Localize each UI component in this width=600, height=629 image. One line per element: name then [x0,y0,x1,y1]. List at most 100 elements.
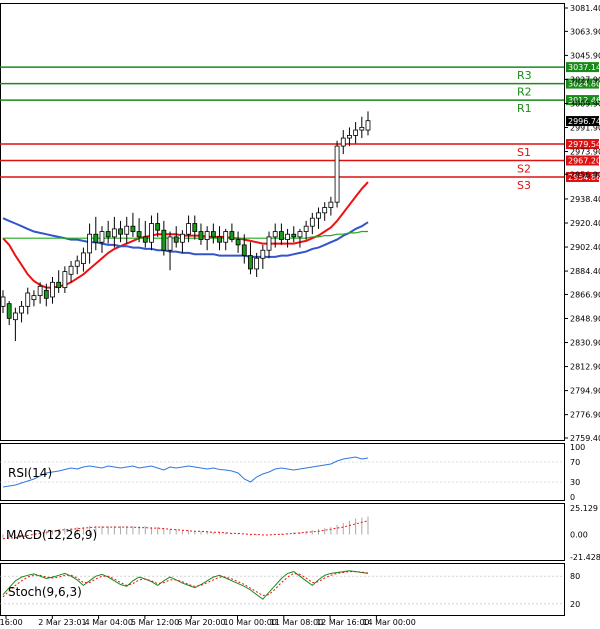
rsi-tick-label: 30 [570,478,580,487]
candle-body [142,236,148,243]
candle-body [260,249,266,259]
candle-body [340,137,346,147]
price-tick-label: 2830.90 [570,339,600,348]
candle-body [149,223,154,243]
candle-body [217,236,222,243]
candle-body [353,129,359,136]
price-tick-label: 2920.40 [570,219,600,228]
rsi-panel [0,443,565,501]
price-tick-label: 2938.40 [570,195,600,204]
level-name-s2: S2 [517,163,531,176]
candle-body [316,212,321,219]
candle-body [155,223,161,231]
candle-body [328,201,334,208]
time-tick-label: 5 Mar 12:00 [131,618,179,627]
chart: R33037.14R23024.80R13012.46S12979.54S229… [0,3,600,627]
candle-body [229,231,235,240]
candle-body [167,236,173,251]
candle-body [87,233,93,254]
time-tick-label: 6 Mar 20:00 [177,618,225,627]
stoch-tick-label: 20 [570,600,580,609]
candle-body [12,312,18,321]
level-name-s1: S1 [517,146,531,159]
candle-body [56,281,62,289]
candle-body [303,225,309,232]
level-name-r2: R2 [517,86,532,99]
candle-body [124,225,130,235]
candle-body [266,236,272,251]
time-tick-label: 14 Mar 00:00 [362,618,415,627]
candle-body [136,231,142,238]
candle-body [347,134,352,139]
candle-body [68,265,74,275]
candle-body [81,252,86,264]
candle-body [278,231,284,240]
candle-body [6,303,12,319]
candle-body [309,217,315,227]
candle-body [25,292,31,307]
price-tick-label: 3063.90 [570,27,600,36]
price-tick-label: 3045.90 [570,51,600,60]
level-name-r3: R3 [517,69,532,82]
price-tick-label: 2848.90 [570,314,600,323]
price-tick-label: 3027.90 [570,75,600,84]
candle-body [334,145,340,203]
price-tick-label: 2991.90 [570,124,600,133]
candle-body [365,120,371,131]
candle-body [272,231,278,238]
candle-body [111,228,117,238]
level-price-label: 2967.20 [568,157,600,166]
price-tick-label: 2866.90 [570,290,600,299]
time-tick-label: b 16:00 [0,618,23,627]
candle-body [50,281,55,298]
candle-body [62,271,68,289]
candle-body [180,233,185,243]
price-tick-label: 2902.40 [570,243,600,252]
candle-body [241,244,247,256]
price-tick-label: 2794.90 [570,387,600,396]
macd-tick-label: 0.00 [570,530,588,539]
candle-body [19,305,24,314]
level-price-label: 3037.14 [568,63,600,72]
rsi-tick-label: 70 [570,458,580,467]
candle-body [93,233,99,243]
rsi-tick-label: 0 [570,493,575,502]
macd-tick-label: 25.129 [570,504,598,513]
candle-body [285,233,290,240]
candle-body [359,126,365,131]
candle-body [254,257,260,270]
price-tick-label: 2884.40 [570,267,600,276]
candle-body [210,231,216,238]
candle-body [173,236,179,243]
candle-body [223,231,229,243]
time-tick-label: 4 Mar 04:00 [85,618,133,627]
price-tick-label: 2776.90 [570,411,600,420]
time-axis: b 16:00 2 Mar 23:014 Mar 04:005 Mar 12:00… [0,616,416,627]
price-tick-label: 3081.40 [570,4,600,13]
candle-body [31,295,37,301]
candle-body [291,233,297,238]
candle-body [297,231,303,238]
candle-body [99,231,105,243]
stoch-panel [0,563,565,616]
candle-body [198,231,204,240]
candle-body [43,289,49,299]
time-tick-label: 2 Mar 23:01 [38,618,86,627]
candle-body [37,285,43,297]
candle-body [161,229,167,251]
candle-body [322,207,328,214]
candle-body [105,231,111,238]
macd-label: MACD(12,26,9) [6,528,97,542]
price-tick-label: 3009.90 [570,99,600,108]
price-panel [0,3,565,441]
candle-body [0,296,6,307]
rsi-label: RSI(14) [8,466,52,480]
level-name-r1: R1 [517,102,532,115]
price-tick-label: 2812.90 [570,363,600,372]
candle-body [74,260,80,267]
level-name-s3: S3 [517,179,531,192]
rsi-tick-label: 100 [570,443,585,452]
candle-body [235,239,241,246]
macd-tick-label: -21.428 [570,553,600,562]
candle-body [118,228,123,235]
